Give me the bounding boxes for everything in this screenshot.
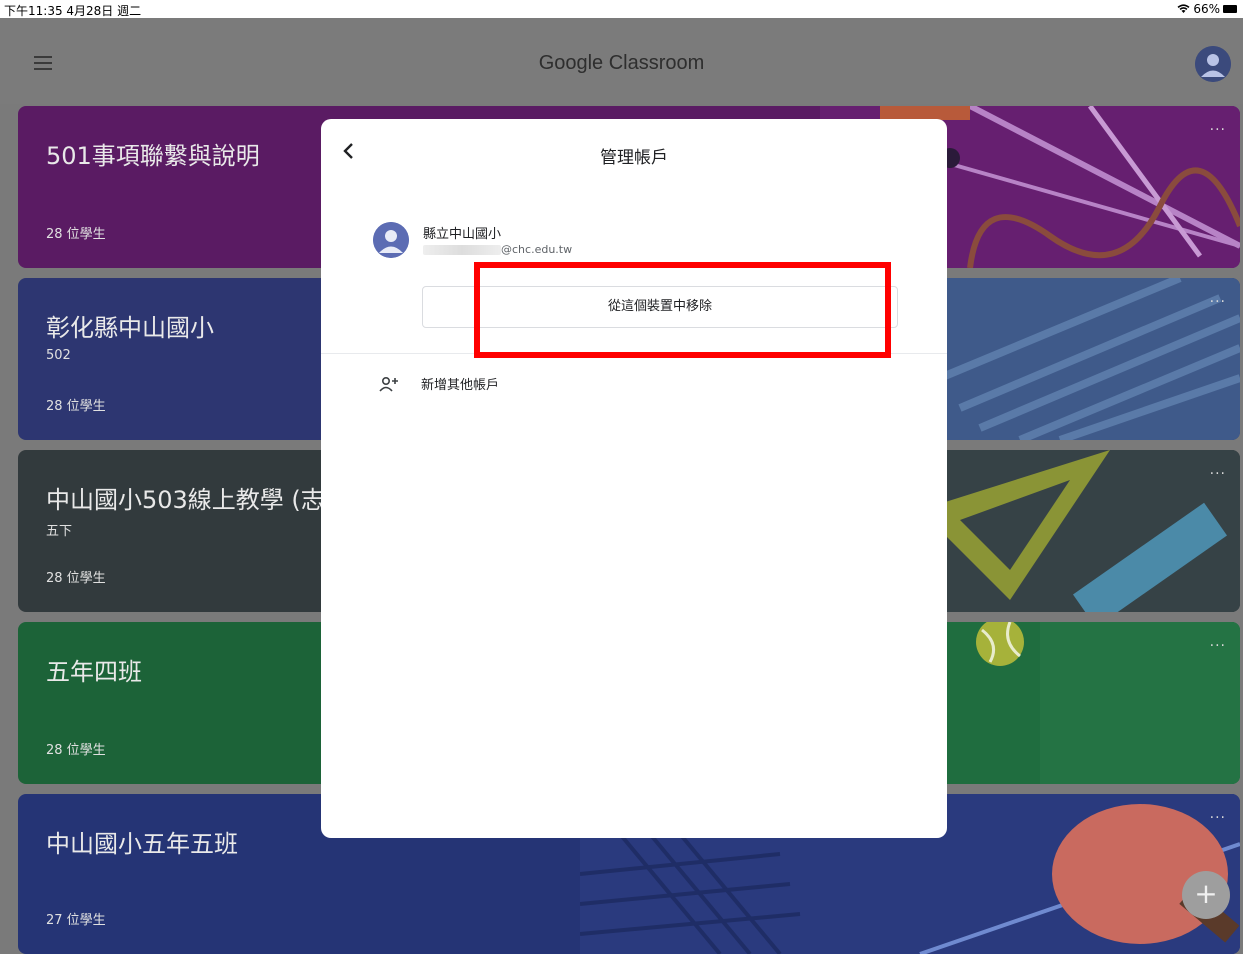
more-options-icon[interactable]: ··· [1210,122,1226,138]
dialog-title: 管理帳戶 [600,148,668,168]
student-count: 28 位學生 [46,571,106,586]
class-name: 五年四班 [46,658,142,686]
class-name: 中山國小五年五班 [46,830,238,858]
class-name: 中山國小503線上教學 (志 [46,486,325,514]
status-right: 66% [1177,2,1237,16]
card-illustration [920,450,1240,612]
manage-accounts-dialog: 管理帳戶 縣立中山國小 @chc.edu.tw 從這個裝置中移除 新增其他帳戶 [321,119,947,838]
account-name: 縣立中山國小 [423,227,502,242]
battery-percent: 66% [1193,2,1220,16]
account-avatar-icon[interactable] [1195,46,1231,82]
red-highlight-box [474,262,891,358]
app-bar: Google Classroom [0,18,1243,104]
class-section: 502 [46,348,71,363]
class-name: 彰化縣中山國小 [46,314,214,342]
class-name: 501事項聯繫與說明 [46,142,260,170]
account-email: @chc.edu.tw [423,243,572,256]
card-illustration [920,622,1240,784]
email-redacted [423,244,501,255]
more-options-icon[interactable]: ··· [1210,294,1226,310]
battery-icon [1223,5,1237,13]
add-account-label: 新增其他帳戶 [421,378,500,393]
more-options-icon[interactable]: ··· [1210,466,1226,482]
more-options-icon[interactable]: ··· [1210,810,1226,826]
wifi-icon [1177,4,1190,13]
app-title: Google Classroom [538,52,705,74]
add-account-button[interactable]: 新增其他帳戶 [379,374,499,393]
status-time-date: 下午11:35 4月28日 週二 [4,4,142,18]
student-count: 28 位學生 [46,227,106,242]
student-count: 28 位學生 [46,743,106,758]
account-avatar [373,222,409,258]
card-illustration [920,278,1240,440]
add-person-icon [379,376,398,392]
add-class-fab[interactable]: + [1182,871,1230,919]
status-bar: 下午11:35 4月28日 週二 66% [0,0,1243,18]
student-count: 27 位學生 [46,913,106,928]
student-count: 28 位學生 [46,399,106,414]
more-options-icon[interactable]: ··· [1210,638,1226,654]
email-domain: @chc.edu.tw [501,243,573,256]
class-section: 五下 [46,524,73,539]
